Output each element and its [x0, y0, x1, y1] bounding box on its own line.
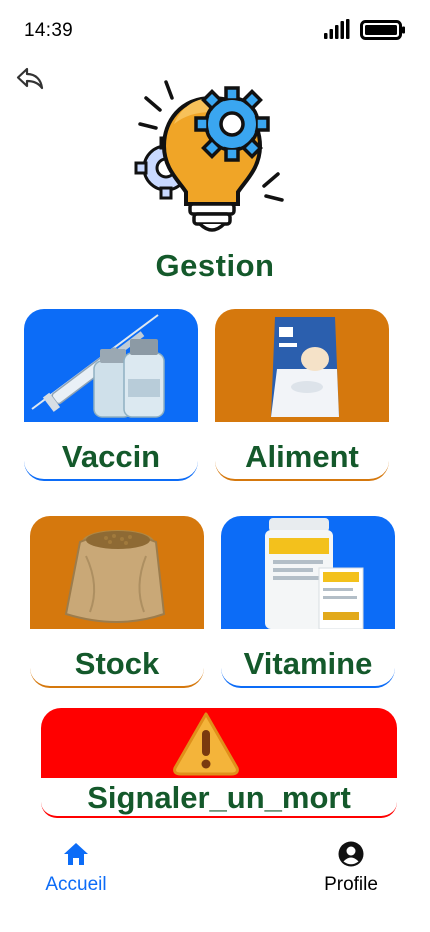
nav-home[interactable]: Accueil — [21, 836, 131, 906]
alert-label: Signaler_un_mort — [87, 780, 351, 815]
card-label: Aliment — [245, 439, 359, 474]
vitamin-product-image — [221, 516, 395, 629]
nav-profile[interactable]: Profile — [296, 836, 406, 906]
nav-home-label: Accueil — [45, 874, 107, 895]
card-vaccin[interactable]: Vaccin — [24, 309, 198, 481]
bottom-navigation: Accueil Profile — [0, 836, 430, 932]
home-icon — [64, 843, 88, 865]
vaccine-image — [24, 309, 198, 422]
alert-label-box: Signaler_un_mort — [41, 778, 397, 818]
warning-icon — [173, 712, 239, 776]
card-label-box: Aliment — [215, 422, 389, 481]
nav-profile-label: Profile — [324, 874, 378, 895]
card-stock[interactable]: Stock — [30, 516, 204, 688]
card-label: Vaccin — [61, 439, 161, 474]
feed-bag-image — [215, 309, 389, 422]
status-bar: 14:39 — [0, 0, 430, 60]
page-title: Gestion — [155, 248, 275, 283]
report-death-card[interactable]: Signaler_un_mort — [41, 708, 397, 818]
battery-icon — [360, 20, 405, 40]
card-vitamine[interactable]: Vitamine — [221, 516, 395, 688]
grain-sack-image — [30, 516, 204, 629]
lightbulb-gears-icon — [134, 80, 284, 232]
card-label: Vitamine — [243, 646, 373, 681]
alert-banner — [41, 708, 397, 778]
card-label: Stock — [74, 646, 160, 681]
card-label-box: Stock — [30, 629, 204, 688]
back-arrow-icon[interactable] — [14, 62, 46, 94]
cellular-signal-icon — [324, 19, 350, 39]
status-time: 14:39 — [24, 20, 74, 41]
card-label-box: Vaccin — [24, 422, 198, 481]
card-aliment[interactable]: Aliment — [215, 309, 389, 481]
user-circle-icon — [338, 841, 364, 867]
card-label-box: Vitamine — [221, 629, 395, 688]
